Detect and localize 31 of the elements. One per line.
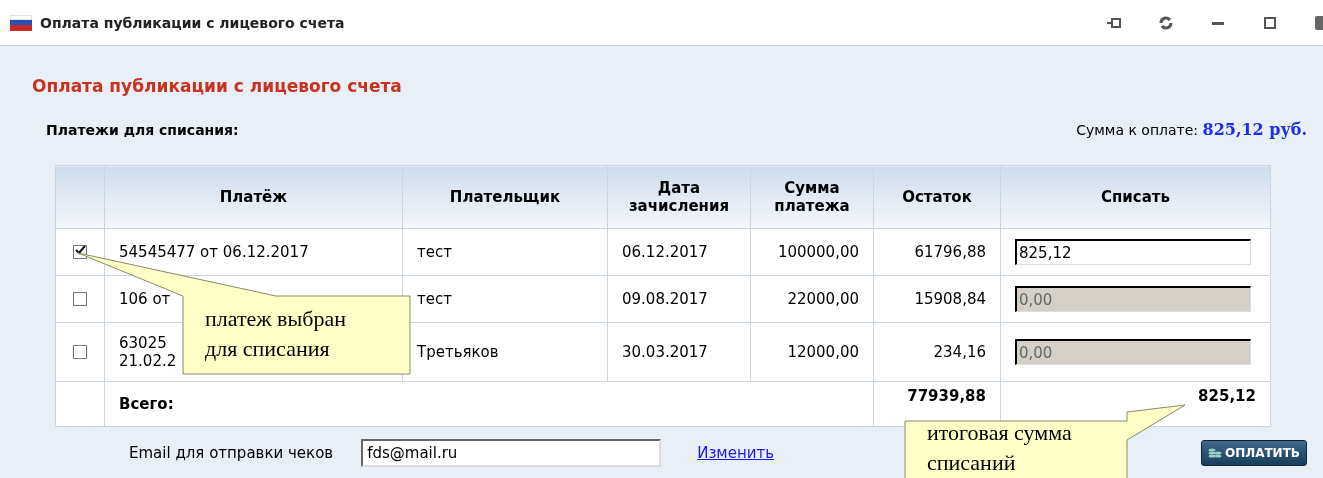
amount-due: Сумма к оплате: 825,12 руб. — [1076, 120, 1307, 139]
column-header: Плательщик — [402, 165, 608, 229]
section-label: Платежи для списания: — [46, 122, 239, 138]
table-cell: 234,16 — [873, 322, 1001, 382]
column-header: Сумма платежа — [750, 165, 874, 229]
total-label: Всего: — [104, 381, 874, 427]
table-cell: 15908,84 — [873, 275, 1001, 323]
window-title: Оплата публикации с лицевого счета — [40, 14, 346, 31]
table-cell: 12000,00 — [750, 322, 874, 382]
table-cell: тест — [402, 228, 608, 276]
table-cell: 61796,88 — [873, 228, 1001, 276]
refresh-icon[interactable] — [1157, 13, 1175, 32]
table-cell: 22000,00 — [750, 275, 874, 323]
coins-icon — [1207, 447, 1222, 459]
write-off-field[interactable]: 825,12 — [1015, 239, 1251, 265]
table-cell: 30.03.2017 — [607, 322, 751, 382]
table-cell: 06.12.2017 — [607, 228, 751, 276]
email-field[interactable]: fds@mail.ru — [361, 439, 662, 467]
page-heading: Оплата публикации с лицевого счета — [32, 76, 403, 96]
pay-button[interactable]: ОПЛАТИТЬ — [1200, 440, 1307, 466]
flag-icon — [10, 14, 32, 31]
change-link[interactable]: Изменить — [697, 444, 775, 462]
column-header: Списать — [1000, 165, 1271, 229]
column-header: Платёж — [104, 165, 403, 229]
table-cell: 100000,00 — [750, 228, 874, 276]
column-header: Остаток — [873, 165, 1001, 229]
email-label: Email для отправки чеков — [129, 444, 334, 462]
column-header: Дата зачисления — [607, 165, 751, 229]
callout-text: платеж выбран для списания — [205, 305, 346, 363]
table-cell: 09.08.2017 — [607, 275, 751, 323]
checkbox[interactable] — [73, 245, 87, 259]
